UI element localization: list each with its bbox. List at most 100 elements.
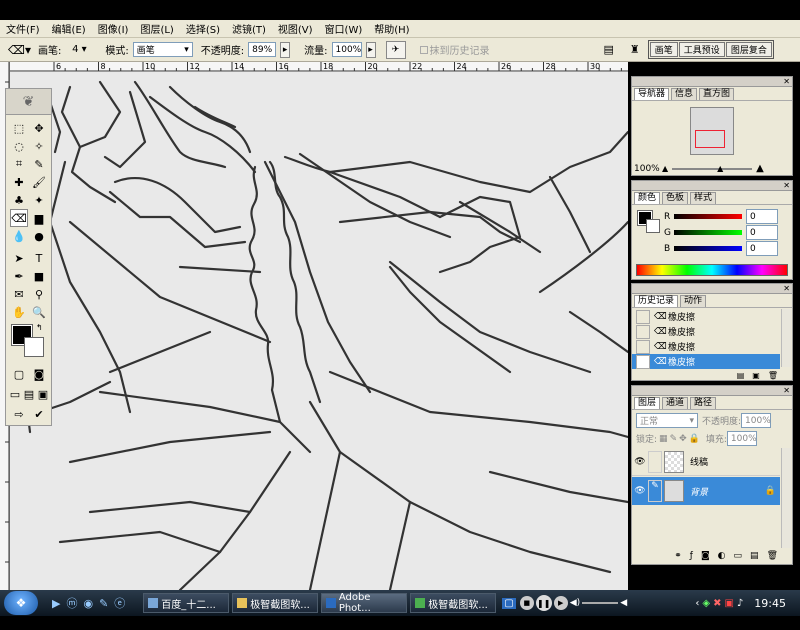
tab-channels[interactable]: 通道	[662, 397, 689, 409]
palette-tab-tool-presets[interactable]: 工具预设	[678, 42, 725, 57]
swap-colors-icon[interactable]: ↰	[36, 323, 43, 332]
lasso-tool-icon[interactable]: ◌	[10, 137, 28, 155]
taskbar-item-browser[interactable]: 百度_十二...	[143, 593, 230, 613]
tab-navigator[interactable]: 导航器	[634, 88, 670, 100]
channel-g-value[interactable]: 0	[746, 225, 778, 240]
tab-styles[interactable]: 样式	[690, 192, 717, 204]
history-item[interactable]: ⌫ 橡皮擦	[632, 309, 792, 324]
layer-name[interactable]: 线稿	[690, 455, 708, 468]
quicklaunch-ie-icon[interactable]: ⓔ	[114, 595, 125, 611]
history-source-box[interactable]	[636, 324, 650, 339]
history-source-box[interactable]	[636, 354, 650, 369]
palette-tab-brushes[interactable]: 画笔	[649, 42, 678, 57]
erase-history-checkbox[interactable]: 抹到历史记录	[419, 42, 490, 57]
clock[interactable]: 19:45	[754, 597, 786, 610]
blend-mode-select[interactable]: 正常 ▾	[636, 413, 698, 428]
snapshot-icon[interactable]: ▣	[752, 371, 760, 380]
history-item[interactable]: ⌫ 橡皮擦	[632, 339, 792, 354]
delete-state-icon[interactable]: 🗑	[768, 371, 778, 380]
layer-opacity-field[interactable]: 100%	[741, 413, 772, 428]
menu-image[interactable]: 图像(I)	[98, 21, 129, 36]
tab-layers[interactable]: 图层	[634, 397, 661, 409]
close-icon[interactable]: ✕	[783, 284, 790, 293]
pause-icon[interactable]: ❚❚	[535, 595, 552, 611]
navigator-view-box[interactable]	[695, 130, 725, 148]
quicklaunch-app-icon[interactable]: ◉	[83, 597, 93, 610]
notes-tool-icon[interactable]: ✉	[10, 285, 28, 303]
visibility-eye-icon[interactable]: 👁	[632, 457, 648, 467]
menu-window[interactable]: 窗口(W)	[325, 21, 363, 36]
layer-thumbnail[interactable]	[664, 480, 684, 502]
layer-name[interactable]: 背景	[690, 485, 708, 498]
layer-row[interactable]: 👁 线稿	[632, 448, 780, 476]
flow-slider-arrow-icon[interactable]: ▸	[365, 41, 376, 58]
standard-mode-icon[interactable]: ▢	[10, 365, 28, 383]
layer-thumbnail[interactable]	[664, 450, 684, 473]
next-icon[interactable]: ▶	[553, 596, 568, 610]
zoom-slider-handle[interactable]: ▲	[717, 164, 723, 173]
quick-mask-mode-icon[interactable]: ◙	[30, 365, 48, 383]
new-document-from-state-icon[interactable]: ▤	[737, 371, 745, 380]
palette-tab-layer-comps[interactable]: 图层复合	[725, 42, 772, 57]
history-source-box[interactable]	[636, 309, 650, 324]
edit-in-imageready-icon[interactable]: ✔	[30, 405, 48, 423]
quicklaunch-desktop-icon[interactable]: ✎	[99, 597, 108, 610]
eraser-tool-icon[interactable]: ⌫	[10, 209, 28, 227]
screen-mode-full-menu-icon[interactable]: ▤	[22, 385, 36, 403]
channel-r-slider[interactable]	[674, 214, 742, 219]
layer-link-box[interactable]	[648, 450, 662, 473]
layer-row-selected[interactable]: 👁 ✎ 背景 🔒	[632, 477, 780, 505]
quicklaunch-media-icon[interactable]: ▶	[52, 597, 60, 610]
move-tool-icon[interactable]: ✥	[30, 119, 48, 137]
screen-mode-full-icon[interactable]: ▣	[36, 385, 50, 403]
close-icon[interactable]: ✕	[783, 77, 790, 86]
gradient-tool-icon[interactable]: ▆	[30, 209, 48, 227]
taskbar-item-photoshop[interactable]: Adobe Phot...	[321, 592, 408, 614]
tray-volume-icon[interactable]: ♪	[737, 598, 743, 609]
brush-tool-icon[interactable]: 🖌	[30, 173, 48, 191]
tray-security-icon[interactable]: ✖	[713, 598, 721, 609]
channel-r-value[interactable]: 0	[746, 209, 778, 224]
tab-info[interactable]: 信息	[671, 88, 698, 100]
navigator-zoom-value[interactable]: 100%	[634, 164, 662, 174]
healing-brush-tool-icon[interactable]: ✚	[10, 173, 28, 191]
mode-select[interactable]: 画笔 ▾	[132, 42, 193, 57]
tray-arrow-icon[interactable]: ‹	[695, 598, 699, 609]
lock-all-icon[interactable]: 🔒	[689, 434, 700, 444]
document-canvas[interactable]	[10, 72, 628, 590]
tray-network-icon[interactable]: ◈	[702, 598, 710, 609]
visibility-eye-icon[interactable]: 👁	[632, 486, 648, 496]
delete-layer-icon[interactable]: 🗑	[767, 551, 778, 561]
stop-icon[interactable]: ■	[519, 596, 534, 610]
shape-tool-icon[interactable]: ■	[30, 267, 48, 285]
path-selection-tool-icon[interactable]: ➤	[10, 249, 28, 267]
history-item[interactable]: ⌫ 橡皮擦	[632, 324, 792, 339]
magic-wand-tool-icon[interactable]: ✧	[30, 137, 48, 155]
tab-actions[interactable]: 动作	[680, 295, 707, 307]
history-scrollbar[interactable]	[781, 309, 791, 367]
toolbox-header-feather-icon[interactable]: ❦	[6, 89, 51, 115]
slice-tool-icon[interactable]: ✎	[30, 155, 48, 173]
start-orb-icon[interactable]: ❖	[4, 591, 38, 615]
menu-view[interactable]: 视图(V)	[278, 21, 313, 36]
history-item-selected[interactable]: ⌫ 橡皮擦	[632, 354, 780, 369]
taskbar-item-screenshot-tool[interactable]: 极智截图软...	[410, 593, 497, 613]
color-background-swatch[interactable]	[646, 219, 660, 233]
taskbar-item-folder[interactable]: 极智截图软...	[232, 593, 319, 613]
zoom-out-icon[interactable]: ▲	[662, 164, 668, 173]
brush-link-icon[interactable]: ✎	[648, 480, 662, 502]
airbrush-icon[interactable]: ✈	[385, 40, 406, 59]
tab-paths[interactable]: 路径	[690, 397, 717, 409]
palette-well-icon[interactable]: ♜	[630, 43, 640, 56]
color-spectrum-bar[interactable]	[636, 264, 788, 276]
background-color-swatch[interactable]	[24, 337, 44, 357]
crop-tool-icon[interactable]: ⌗	[10, 155, 28, 173]
lock-transparency-icon[interactable]: ▦	[659, 434, 668, 444]
layer-style-icon[interactable]: ƒ	[690, 551, 693, 561]
tray-app-icon[interactable]: ▣	[724, 598, 733, 609]
adjustment-layer-icon[interactable]: ◐	[718, 551, 726, 561]
link-layers-icon[interactable]: ⚭	[674, 551, 682, 561]
menu-select[interactable]: 选择(S)	[186, 21, 220, 36]
tab-swatches[interactable]: 色板	[662, 192, 689, 204]
hand-tool-icon[interactable]: ✋	[10, 303, 28, 321]
